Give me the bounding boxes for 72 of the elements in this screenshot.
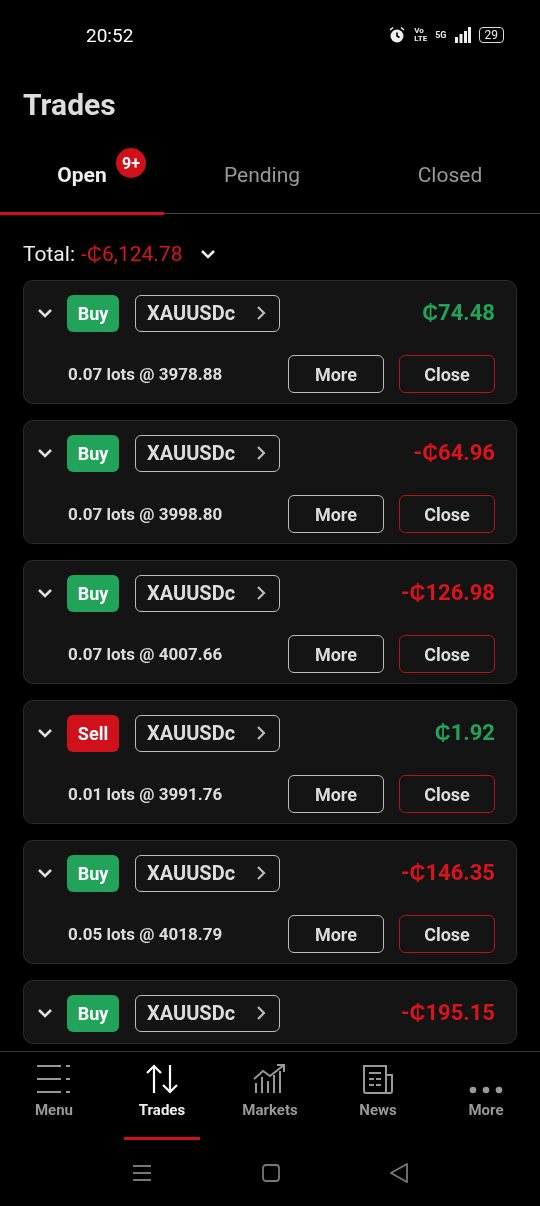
chevron-right-icon [256, 585, 266, 601]
chevron-down-icon[interactable] [200, 249, 217, 259]
status-time: 20:52 [86, 23, 134, 47]
profit-value: -₵126.98 [400, 580, 495, 606]
lots-text: 0.05 lots @ 4018.79 [68, 924, 224, 944]
close-button[interactable]: Close [399, 355, 495, 393]
side-badge: Sell [67, 714, 119, 752]
alarm-icon [388, 26, 407, 44]
symbol-button[interactable]: XAUUSDc [135, 434, 280, 472]
side-badge: Buy [67, 294, 119, 332]
nav-item[interactable]: Trades [124, 1052, 200, 1140]
symbol-button[interactable]: XAUUSDc [135, 714, 280, 752]
nav-item[interactable]: Markets [232, 1052, 308, 1140]
chevron-down-icon[interactable] [37, 588, 53, 598]
chevron-right-icon [256, 1005, 266, 1021]
side-badge: Buy [67, 854, 119, 892]
chevron-down-icon[interactable] [37, 1008, 53, 1018]
recents-icon[interactable] [132, 1164, 152, 1182]
chevron-down-icon[interactable] [37, 868, 53, 878]
profit-value: -₵64.96 [413, 440, 495, 466]
total-value: -₵6,124.78 [81, 242, 183, 266]
network-type: 5G [435, 30, 447, 40]
nav-item[interactable]: Menu [16, 1052, 92, 1140]
close-button[interactable]: Close [399, 775, 495, 813]
profit-value: ₵1.92 [434, 720, 495, 746]
symbol-button[interactable]: XAUUSDc [135, 994, 280, 1032]
side-badge: Buy [67, 574, 119, 612]
total-label: Total: [23, 242, 75, 266]
profit-value: -₵195.15 [400, 1000, 495, 1026]
more-button[interactable]: More [288, 775, 384, 813]
menu-icon [36, 1063, 72, 1095]
count-badge: 9+ [116, 148, 146, 178]
chevron-down-icon[interactable] [37, 728, 53, 738]
up-down-arrows-icon [145, 1063, 179, 1095]
tab[interactable]: Open 9+ [0, 138, 164, 215]
chevron-down-icon[interactable] [37, 308, 53, 318]
chevron-down-icon[interactable] [37, 448, 53, 458]
lots-text: 0.07 lots @ 4007.66 [68, 644, 224, 664]
lots-text: 0.01 lots @ 3991.76 [68, 784, 224, 804]
nav-item[interactable]: News [340, 1052, 416, 1140]
chevron-right-icon [256, 725, 266, 741]
lots-text: 0.07 lots @ 3978.88 [68, 364, 224, 384]
profit-value: -₵146.35 [400, 860, 495, 886]
close-button[interactable]: Close [399, 495, 495, 533]
tab[interactable]: Closed [360, 138, 540, 215]
symbol-button[interactable]: XAUUSDc [135, 854, 280, 892]
close-button[interactable]: Close [399, 635, 495, 673]
symbol-button[interactable]: XAUUSDc [135, 574, 280, 612]
symbol-button[interactable]: XAUUSDc [135, 294, 280, 332]
battery-indicator: 29 [478, 27, 504, 43]
chevron-right-icon [256, 305, 266, 321]
chevron-right-icon [256, 865, 266, 881]
signal-icon [454, 27, 471, 43]
page-title: Trades [23, 86, 116, 122]
tab[interactable]: Pending [164, 138, 360, 215]
more-button[interactable]: More [288, 355, 384, 393]
chart-icon [253, 1063, 287, 1095]
profit-value: ₵74.48 [422, 300, 495, 326]
more-button[interactable]: More [288, 635, 384, 673]
side-badge: Buy [67, 434, 119, 472]
chevron-right-icon [256, 445, 266, 461]
more-button[interactable]: More [288, 915, 384, 953]
more-button[interactable]: More [288, 495, 384, 533]
volte-indicator: Vo LTE [414, 27, 428, 43]
close-button[interactable]: Close [399, 915, 495, 953]
side-badge: Buy [67, 994, 119, 1032]
more-icon [469, 1085, 503, 1095]
back-icon[interactable] [390, 1163, 408, 1183]
home-icon[interactable] [262, 1164, 280, 1182]
nav-item[interactable]: More [448, 1052, 524, 1140]
lots-text: 0.07 lots @ 3998.80 [68, 504, 224, 524]
newspaper-icon [361, 1063, 395, 1095]
